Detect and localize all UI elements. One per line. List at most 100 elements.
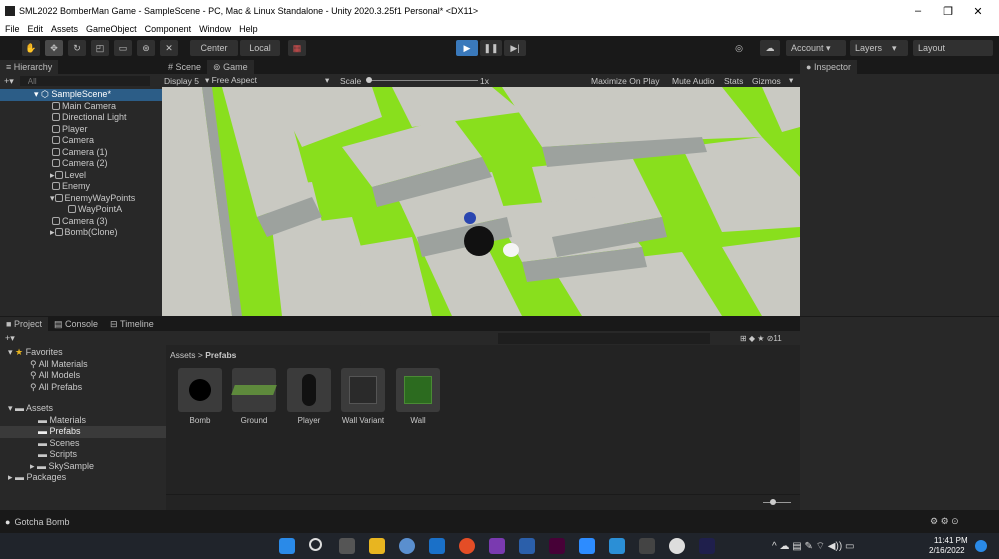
move-tool-icon[interactable]: ✥ [45,40,63,56]
chrome-icon[interactable] [459,538,475,554]
hierarchy-item[interactable]: ▾ EnemyWayPoints [0,193,162,205]
assets-row[interactable]: ▾ ▬ Assets [0,403,166,415]
hierarchy-item[interactable]: ▸ Level [0,170,162,182]
aspect-dropdown[interactable]: ▾ Free Aspect [205,75,257,86]
hierarchy-item[interactable]: ▸ Bomb(Clone) [0,227,162,239]
hierarchy-item[interactable]: Camera (3) [0,216,162,228]
tab-game[interactable]: ⊚ Game [207,60,254,74]
word-icon[interactable] [519,538,535,554]
asset-tile[interactable]: Ground [231,368,277,425]
folder-item[interactable]: ▬ Scenes [0,438,166,450]
menu-assets[interactable]: Assets [51,24,78,34]
hierarchy-item[interactable]: Main Camera [0,101,162,113]
hierarchy-item[interactable]: Enemy [0,181,162,193]
start-icon[interactable] [279,538,295,554]
hierarchy-item[interactable]: Camera (1) [0,147,162,159]
stats-toggle[interactable]: Stats [724,76,743,86]
gizmos-dropdown[interactable]: Gizmos [752,76,781,86]
grid-snap-icon[interactable]: ▦ [288,40,306,56]
close-button[interactable]: ✕ [965,0,991,22]
notification-icon[interactable] [975,540,987,552]
collapse-arrow-icon[interactable]: ▸ [50,227,55,237]
zoom-slider-thumb[interactable] [770,499,776,505]
packages-row[interactable]: ▸ ▬ Packages [0,472,166,484]
favorite-item[interactable]: ⚲ All Materials [0,359,166,371]
tab-inspector[interactable]: ● Inspector [800,60,857,74]
minimize-button[interactable]: – [905,0,931,22]
hierarchy-item[interactable]: Directional Light [0,112,162,124]
menu-window[interactable]: Window [199,24,231,34]
hierarchy-item[interactable]: Player [0,124,162,136]
tab-hierarchy[interactable]: ≡ Hierarchy [0,60,59,74]
breadcrumb-assets[interactable]: Assets [170,350,196,360]
collab-icon[interactable]: ◎ [730,40,748,56]
tab-project[interactable]: ■ Project [0,317,48,331]
breadcrumb-prefabs[interactable]: Prefabs [205,350,236,360]
transform-tool-icon[interactable]: ⊛ [137,40,155,56]
mute-audio-toggle[interactable]: Mute Audio [672,76,715,86]
tab-timeline[interactable]: ⊟ Timeline [104,317,160,331]
scale-slider-thumb[interactable] [366,77,372,83]
create-icon[interactable]: +▾ [5,333,15,344]
folder-item[interactable]: ▬ Materials [0,415,166,427]
folder-item[interactable]: ▬ Prefabs [0,426,166,438]
folder-item[interactable]: ▸ ▬ SkySample [0,461,166,473]
project-search-input[interactable] [498,332,710,344]
zoom-slider[interactable] [763,502,791,503]
collapse-arrow-icon[interactable]: ▸ [50,170,55,180]
display-dropdown[interactable]: Display 5 [164,76,199,86]
hand-tool-icon[interactable]: ✋ [22,40,40,56]
clock-date[interactable]: 2/16/2022 [929,546,965,555]
tab-console[interactable]: ▤ Console [48,317,104,331]
filter-icons[interactable]: ⊞ ◆ ★ ⊘11 [740,334,782,343]
menu-gameobject[interactable]: GameObject [86,24,137,34]
expand-arrow-icon[interactable]: ▾ [50,193,55,203]
menu-component[interactable]: Component [145,24,192,34]
outlook-icon[interactable] [429,538,445,554]
scale-slider[interactable] [368,80,478,81]
settings-icon[interactable] [399,538,415,554]
hierarchy-item[interactable]: Camera [0,135,162,147]
search-icon[interactable] [309,538,322,551]
animate-icon[interactable] [699,538,715,554]
add-icon[interactable]: +▾ [4,76,14,87]
favorite-item[interactable]: ⚲ All Models [0,370,166,382]
layers-dropdown[interactable]: Layers ▾ [850,40,908,56]
vscode-icon[interactable] [609,538,625,554]
account-dropdown[interactable]: Account ▾ [786,40,846,56]
status-icons[interactable]: ⚙ ⚙ ⊙ [930,516,959,527]
menu-file[interactable]: File [5,24,20,34]
rotate-tool-icon[interactable]: ↻ [68,40,86,56]
tab-scene[interactable]: # Scene [162,60,207,74]
favorites-row[interactable]: ▾ ★ Favorites [0,347,166,359]
pivot-center-button[interactable]: Center [190,40,238,56]
play-button[interactable]: ▶ [456,40,478,56]
asset-tile[interactable]: Wall [396,368,440,425]
hierarchy-item[interactable]: WayPointA [0,204,162,216]
pause-button[interactable]: ❚❚ [480,40,502,56]
clock-time[interactable]: 11:41 PM [934,536,968,545]
maximize-button[interactable]: ❐ [935,0,961,22]
pivot-local-button[interactable]: Local [240,40,280,56]
favorite-item[interactable]: ⚲ All Prefabs [0,382,166,394]
hierarchy-item[interactable]: Camera (2) [0,158,162,170]
xd-icon[interactable] [549,538,565,554]
game-viewport[interactable] [162,87,800,316]
custom-tool-icon[interactable]: ✕ [160,40,178,56]
step-button[interactable]: ▶| [504,40,526,56]
file-explorer-icon[interactable] [369,538,385,554]
onenote-icon[interactable] [489,538,505,554]
hierarchy-search-input[interactable] [19,76,150,86]
asset-tile[interactable]: Player [287,368,331,425]
scene-row[interactable]: ▾ ⬡ SampleScene* [0,89,162,101]
cloud-icon[interactable]: ☁ [760,40,780,56]
unity-icon[interactable] [639,538,655,554]
task-view-icon[interactable] [339,538,355,554]
layout-dropdown[interactable]: Layout [913,40,993,56]
maximize-on-play-toggle[interactable]: Maximize On Play [591,76,660,86]
asset-tile[interactable]: Wall Variant [341,368,385,425]
zoom-icon[interactable] [579,538,595,554]
asset-tile[interactable]: Bomb [178,368,222,425]
menu-edit[interactable]: Edit [28,24,44,34]
rect-tool-icon[interactable]: ▭ [114,40,132,56]
